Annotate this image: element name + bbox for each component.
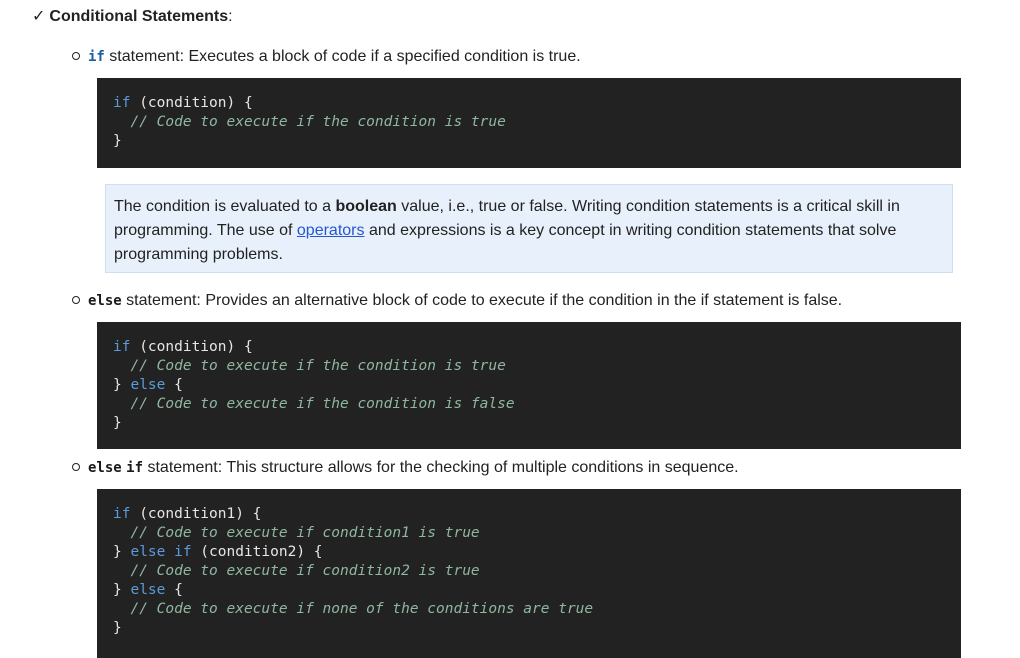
bullet-icon — [72, 462, 80, 471]
code-text: } — [113, 415, 122, 431]
code-text: (condition2) { — [191, 544, 323, 560]
operators-link[interactable]: operators — [297, 222, 365, 239]
code-line: } — [113, 619, 961, 638]
code-text: { — [165, 377, 183, 393]
code-line: } — [113, 132, 961, 151]
code-block-else: if (condition) { // Code to execute if t… — [97, 322, 961, 449]
code-keyword: else — [130, 377, 166, 393]
code-comment: // Code to execute if the condition is t… — [130, 114, 506, 130]
code-text: } — [113, 582, 131, 598]
code-line: // Code to execute if none of the condit… — [113, 600, 961, 619]
code-text: } — [113, 544, 131, 560]
code-keyword: if — [113, 506, 131, 522]
checkmark-icon: ✓ — [32, 8, 46, 25]
code-text: (condition1) { — [130, 506, 262, 522]
list-item-else: else statement: Provides an alternative … — [72, 290, 842, 312]
code-keyword: if — [113, 95, 131, 111]
keyword-else: else — [88, 293, 122, 309]
info-note: The condition is evaluated to a boolean … — [105, 184, 953, 273]
code-text: (condition) { — [130, 339, 253, 355]
code-comment: // Code to execute if condition2 is true — [130, 563, 480, 579]
code-line: // Code to execute if condition2 is true — [113, 562, 961, 581]
code-text: { — [165, 582, 183, 598]
code-keyword: else — [130, 582, 166, 598]
note-text: The condition is evaluated to a — [114, 198, 336, 215]
keyword-if: if — [126, 460, 144, 476]
code-comment: // Code to execute if the condition is f… — [130, 396, 515, 412]
code-text: } — [113, 377, 131, 393]
code-text: } — [113, 133, 122, 149]
code-line: // Code to execute if condition1 is true — [113, 524, 961, 543]
item-text: statement: This structure allows for the… — [143, 459, 739, 476]
keyword-if: if — [88, 49, 105, 65]
code-line: // Code to execute if the condition is f… — [113, 395, 961, 414]
code-comment: // Code to execute if none of the condit… — [130, 601, 594, 617]
code-keyword: if — [113, 339, 131, 355]
code-line: if (condition1) { — [113, 505, 961, 524]
code-block-else-if: if (condition1) { // Code to execute if … — [97, 489, 961, 658]
bullet-icon — [72, 295, 80, 304]
heading-colon: : — [228, 8, 233, 25]
code-line: if (condition) { — [113, 338, 961, 357]
keyword-else: else — [88, 460, 122, 476]
code-keyword: else if — [130, 544, 192, 560]
bullet-icon — [72, 51, 80, 60]
note-bold-text: boolean — [335, 198, 397, 215]
code-block-if: if (condition) { // Code to execute if t… — [97, 78, 961, 168]
code-text: } — [113, 620, 122, 636]
code-line: } else { — [113, 581, 961, 600]
code-comment: // Code to execute if condition1 is true — [130, 525, 480, 541]
code-line: // Code to execute if the condition is t… — [113, 357, 961, 376]
code-line: } else { — [113, 376, 961, 395]
code-line: } else if (condition2) { — [113, 543, 961, 562]
item-text: statement: Executes a block of code if a… — [104, 48, 581, 65]
code-line: } — [113, 414, 961, 433]
code-line: // Code to execute if the condition is t… — [113, 113, 961, 132]
code-comment: // Code to execute if the condition is t… — [130, 358, 506, 374]
list-item-if: if statement: Executes a block of code i… — [72, 46, 581, 68]
list-item-else-if: else if statement: This structure allows… — [72, 457, 739, 479]
code-line: if (condition) { — [113, 94, 961, 113]
section-title: Conditional Statements — [49, 8, 229, 25]
section-heading: ✓ Conditional Statements: — [32, 7, 233, 27]
code-text: (condition) { — [130, 95, 253, 111]
item-text: statement: Provides an alternative block… — [121, 292, 843, 309]
